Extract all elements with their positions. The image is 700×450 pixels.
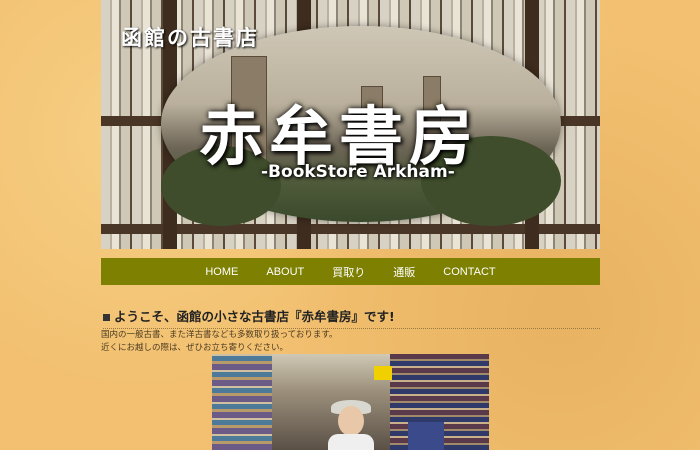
- intro-text: 国内の一般古書、また洋古書なども多数取り扱っております。 近くにお越しの際は、ぜ…: [101, 329, 600, 355]
- photo-shelf-left: [212, 354, 272, 450]
- main-nav: HOME ABOUT 買取り 通販 CONTACT: [101, 258, 600, 285]
- site-subtitle: 函館の古書店: [121, 25, 259, 50]
- nav-item-buyback[interactable]: 買取り: [318, 264, 379, 280]
- site-title-english: -BookStore Arkham-: [261, 162, 455, 182]
- nav-item-home[interactable]: HOME: [191, 266, 252, 278]
- photo-person-body: [328, 434, 374, 450]
- nav-item-contact[interactable]: CONTACT: [429, 266, 509, 278]
- shop-interior-photo: [212, 354, 489, 450]
- nav-item-about[interactable]: ABOUT: [252, 266, 318, 278]
- welcome-heading: ようこそ、函館の小さな古書店『赤牟書房』です!: [103, 306, 600, 329]
- welcome-heading-text: ようこそ、函館の小さな古書店『赤牟書房』です!: [114, 309, 395, 324]
- nav-item-mail-order[interactable]: 通販: [379, 264, 429, 280]
- header-banner: 函館の古書店 赤牟書房 -BookStore Arkham-: [101, 0, 600, 249]
- photo-book-stack: [408, 422, 444, 450]
- photo-person: [338, 406, 364, 436]
- photo-sale-sign: [374, 366, 392, 380]
- square-bullet-icon: [103, 314, 110, 321]
- intro-line: 国内の一般古書、また洋古書なども多数取り扱っております。: [101, 330, 338, 340]
